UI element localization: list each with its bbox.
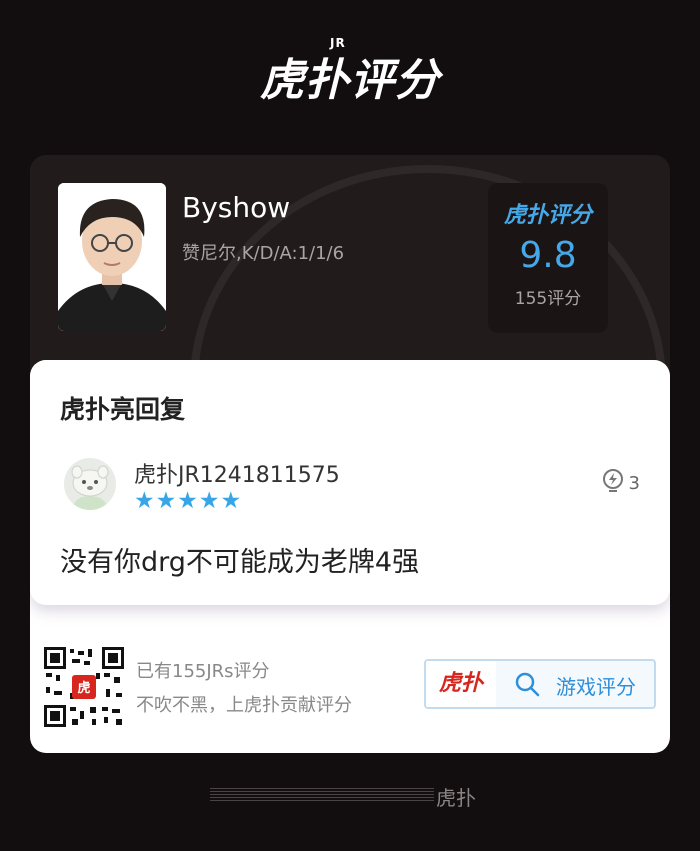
game-rating-label: 游戏评分: [556, 675, 636, 699]
game-rating-button[interactable]: 虎扑 游戏评分: [424, 659, 656, 709]
rating-count: 155评分: [514, 289, 582, 309]
search-icon: [514, 671, 540, 701]
footer-decoration: [210, 788, 434, 802]
logo-badge: JR: [330, 36, 346, 50]
star-rating: ★★★★★: [134, 488, 243, 514]
promo-slogan: 不吹不黑，上虎扑贡献评分: [136, 695, 352, 716]
reply-card: 虎扑亮回复 虎扑JR1241811575 ★★★★★ 3 没有你drg不可能成为…: [30, 360, 670, 605]
hupu-logo: 虎扑: [426, 661, 496, 707]
player-photo: [58, 183, 166, 331]
score-box: 虎扑评分 9.8 155评分: [488, 183, 608, 333]
lightbulb-icon: [601, 468, 625, 499]
logo-text: 虎扑评分: [260, 55, 440, 106]
share-card: 虎扑亮回复 虎扑JR1241811575 ★★★★★ 3 没有你drg不可能成为…: [30, 360, 670, 753]
score-value: 9.8: [519, 235, 577, 276]
player-name: Byshow: [182, 191, 291, 224]
svg-text:虎: 虎: [77, 680, 90, 696]
score-logo: 虎扑评分: [503, 203, 592, 228]
like-count: 3: [628, 473, 640, 494]
player-stats: 赞尼尔,K/D/A:1/1/6: [182, 243, 345, 264]
reply-title: 虎扑亮回复: [60, 395, 186, 424]
qr-code: 虎: [44, 647, 124, 727]
like-button[interactable]: 3: [601, 468, 640, 499]
footer-brand: 虎扑: [436, 786, 476, 810]
username[interactable]: 虎扑JR1241811575: [134, 457, 340, 489]
rating-count-promo: 已有155JRs评分: [136, 661, 270, 682]
user-avatar[interactable]: [64, 458, 116, 510]
reply-content: 没有你drg不可能成为老牌4强: [60, 547, 420, 578]
hupu-rating-logo: 虎扑评分 JR: [0, 36, 700, 108]
